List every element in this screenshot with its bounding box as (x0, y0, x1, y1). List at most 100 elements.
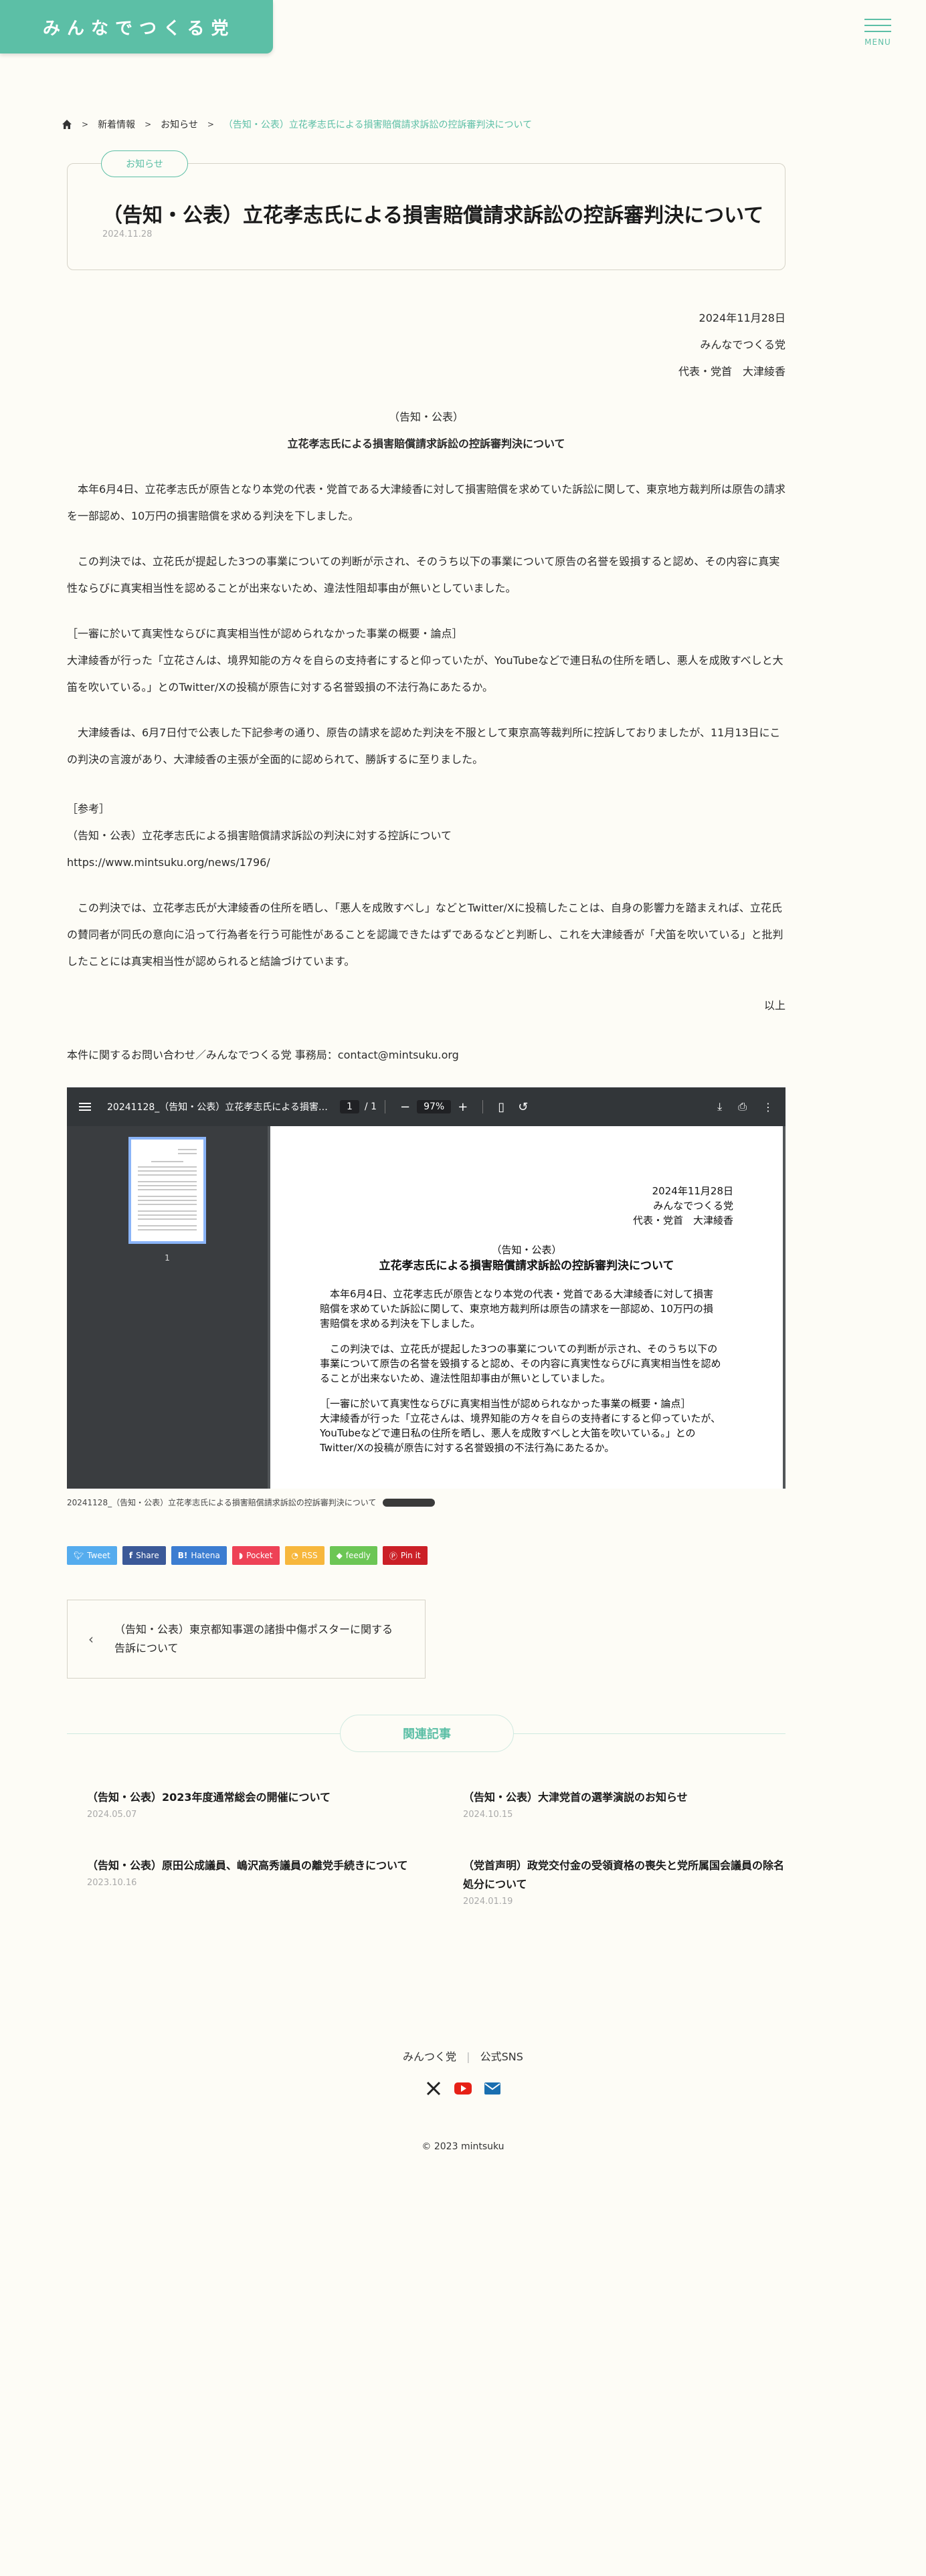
pdf-line: 事業について原告の名誉を毀損すると認め、その内容に真実性ならびに真実相当性を認め (320, 1358, 721, 1370)
related-item[interactable]: （告知・公表）大津党首の選挙演説のお知らせ 2024.10.15 (463, 1788, 784, 1820)
issue-section: ［一審に於いて真実性ならびに真実相当性が認められなかった事業の概要・論点］ 大津… (67, 621, 785, 701)
footer-link-party[interactable]: みんつく党 (403, 2050, 456, 2063)
related-item[interactable]: （告知・公表）原田公成議員、嶋沢高秀議員の離党手続きについて 2023.10.1… (87, 1856, 408, 1888)
twitter-icon: 🐦︎ (74, 1551, 84, 1560)
pinterest-icon: Ⓟ (389, 1551, 397, 1561)
letter-meta: 2024年11月28日 みんなでつくる党 代表・党首 大津綾香 (67, 305, 785, 385)
pdf-toolbar: 20241128_（告知・公表）立花孝志氏による損害… 1 / 1 − 97% … (67, 1087, 785, 1126)
share-label: Tweet (87, 1551, 110, 1560)
download-icon[interactable]: ⤓ (717, 1100, 722, 1113)
share-label: Hatena (191, 1551, 220, 1560)
related-date: 2023.10.16 (87, 1878, 137, 1888)
share-facebook-button[interactable]: f Share (122, 1546, 166, 1565)
mail-icon[interactable] (484, 2080, 501, 2097)
pdf-line: この判決では、立花氏が提起した3つの事業についての判断が示され、そのうち以下の (330, 1343, 718, 1355)
pdf-page: 2024年11月28日 みんなでつくる党 代表・党首 大津綾香 （告知・公表） … (270, 1126, 783, 1489)
menu-label: MENU (864, 37, 891, 47)
pdf-filename: 20241128_（告知・公表）立花孝志氏による損害… (107, 1102, 328, 1113)
share-rss-button[interactable]: ◔ RSS (284, 1546, 325, 1565)
menu-icon-bar (864, 19, 891, 20)
reference-title: （告知・公表）立花孝志氏による損害賠償請求訴訟の判決に対する控訴について (67, 829, 452, 842)
issue-body: 大津綾香が行った「立花さんは、境界知能の方々を自らの支持者にすると仰っていたが、… (67, 654, 783, 693)
related-date: 2024.10.15 (463, 1810, 513, 1820)
pdf-toolbar-actions: ⤓ ⎙ ⋮ (717, 1087, 773, 1126)
pdf-page-thumbnail[interactable] (128, 1137, 206, 1244)
previous-post-title-line2: 告訴について (114, 1642, 179, 1654)
letter-heading: （告知・公表） 立花孝志氏による損害賠償請求訴訟の控訴審判決について (67, 404, 785, 457)
pdf-menu-icon[interactable] (79, 1101, 91, 1113)
reference-section: ［参考］ （告知・公表）立花孝志氏による損害賠償請求訴訟の判決に対する控訴につい… (67, 796, 785, 876)
post-date: 2024.11.28 (102, 229, 153, 239)
site-logo[interactable]: みんなでつくる党 (0, 0, 273, 53)
related-title[interactable]: （告知・公表）原田公成議員、嶋沢高秀議員の離党手続きについて (87, 1856, 408, 1875)
reference-label: ［参考］ (67, 802, 110, 815)
home-icon[interactable] (62, 119, 72, 130)
related-title[interactable]: （党首声明）政党交付金の受領資格の喪失と党所属国会議員の除名処分について (463, 1856, 784, 1894)
copyright: © 2023 mintsuku (422, 2141, 504, 2152)
zoom-out-icon[interactable]: − (400, 1100, 410, 1114)
footer-divider: | (466, 2050, 470, 2063)
related-item[interactable]: （党首声明）政党交付金の受領資格の喪失と党所属国会議員の除名処分について 202… (463, 1856, 784, 1907)
share-pinterest-button[interactable]: Ⓟ Pin it (382, 1546, 428, 1565)
footer-link-sns[interactable]: 公式SNS (480, 2050, 523, 2063)
pdf-thumbnail-sidebar: 1 (67, 1126, 268, 1489)
reference-link[interactable]: https://www.mintsuku.org/news/1796/ (67, 856, 270, 869)
fit-page-icon[interactable]: ▯ (498, 1100, 504, 1114)
related-heading: 関連記事 (340, 1715, 514, 1752)
share-label: Pocket (246, 1551, 273, 1560)
pdf-line: 大津綾香が行った「立花さんは、境界知能の方々を自らの支持者にすると仰っていたが、 (320, 1412, 721, 1424)
breadcrumb-news[interactable]: 新着情報 (98, 118, 135, 131)
paragraph-1: 本年6月4日、立花孝志氏が原告となり本党の代表・党首である大津綾香に対して損害賠… (67, 483, 785, 522)
print-icon[interactable]: ⎙ (738, 1100, 747, 1113)
previous-post-title: （告知・公表）東京都知事選の諸掛中傷ポスターに関する 告訴について (114, 1620, 393, 1658)
related-title[interactable]: （告知・公表）2023年度通常総会の開催について (87, 1788, 408, 1807)
hatena-icon: B! (177, 1551, 188, 1560)
pdf-heading-1: （告知・公表） (491, 1244, 562, 1256)
issue-title: ［一審に於いて真実性ならびに真実相当性が認められなかった事業の概要・論点］ (67, 627, 463, 640)
pdf-page-input[interactable]: 1 (340, 1100, 359, 1113)
paragraph-2: この判決では、立花氏が提起した3つの事業についての判断が示され、そのうち以下の事… (67, 555, 780, 595)
rss-icon: ◔ (291, 1551, 298, 1560)
breadcrumb-current: （告知・公表）立花孝志氏による損害賠償請求訴訟の控訴審判決について (223, 120, 533, 130)
category-badge[interactable]: お知らせ (101, 150, 188, 177)
pdf-page-total: / 1 (364, 1101, 377, 1112)
pdf-line: 害賠償を求める判決を下しました。 (320, 1317, 481, 1329)
breadcrumb-notice[interactable]: お知らせ (161, 118, 198, 131)
pdf-scroll-handle[interactable] (383, 1498, 436, 1507)
pdf-caption-text: 20241128_（告知・公表）立花孝志氏による損害賠償請求訴訟の控訴審判決につ… (67, 1498, 377, 1507)
pdf-line: 本年6月4日、立花孝志氏が原告となり本党の代表・党首である大津綾香に対して損害 (330, 1288, 714, 1300)
menu-icon-bar (864, 25, 891, 26)
social-icons (0, 2080, 926, 2097)
related-item[interactable]: （告知・公表）2023年度通常総会の開催について 2024.05.07 (87, 1788, 408, 1820)
menu-icon-bar (864, 31, 891, 32)
related-date: 2024.05.07 (87, 1810, 137, 1820)
share-pocket-button[interactable]: ◗ Pocket (232, 1546, 280, 1565)
related-title[interactable]: （告知・公表）大津党首の選挙演説のお知らせ (463, 1788, 784, 1807)
pdf-zoom-level[interactable]: 97% (417, 1100, 452, 1113)
letter-heading-line1: （告知・公表） (388, 411, 464, 423)
rotate-icon[interactable]: ↺ (518, 1100, 528, 1114)
share-twitter-button[interactable]: 🐦︎ Tweet (67, 1546, 117, 1565)
zoom-in-icon[interactable]: + (458, 1100, 468, 1114)
share-hatena-button[interactable]: B! Hatena (171, 1546, 227, 1565)
youtube-icon[interactable] (454, 2080, 472, 2097)
share-label: RSS (301, 1551, 318, 1560)
menu-button[interactable]: MENU (863, 19, 893, 47)
previous-post-link[interactable]: ‹ （告知・公表）東京都知事選の諸掛中傷ポスターに関する 告訴について (67, 1600, 426, 1679)
pdf-line: ［一審に於いて真実性ならびに真実相当性が認められなかった事業の概要・論点］ (320, 1398, 691, 1410)
pdf-line: ることが出来ないため、違法性阻却事由が無いとしていました。 (320, 1372, 611, 1384)
logo-text: みんなでつくる党 (43, 18, 236, 39)
more-options-icon[interactable]: ⋮ (763, 1101, 773, 1113)
pdf-viewer[interactable]: 20241128_（告知・公表）立花孝志氏による損害… 1 / 1 − 97% … (67, 1087, 785, 1489)
breadcrumb: > 新着情報 > お知らせ > （告知・公表）立花孝志氏による損害賠償請求訴訟の… (62, 118, 532, 131)
share-label: feedly (345, 1551, 371, 1560)
pdf-line: Twitter/Xの投稿が原告に対する名誉毀損の不法行為にあたるか。 (320, 1442, 615, 1454)
x-icon[interactable] (425, 2080, 442, 2097)
letter-date: 2024年11月28日 (699, 312, 785, 324)
pdf-rep: 代表・党首 大津綾香 (632, 1214, 733, 1226)
feedly-icon: ◆ (336, 1551, 343, 1560)
share-buttons: 🐦︎ Tweet f Share B! Hatena ◗ Pocket ◔ RS… (67, 1546, 428, 1565)
pdf-thumbnail-number: 1 (165, 1253, 170, 1263)
share-feedly-button[interactable]: ◆ feedly (329, 1546, 377, 1565)
pdf-line: 賠償を求めていた訴訟に関して、東京地方裁判所は原告の請求を一部認め、10万円の損 (320, 1303, 713, 1315)
